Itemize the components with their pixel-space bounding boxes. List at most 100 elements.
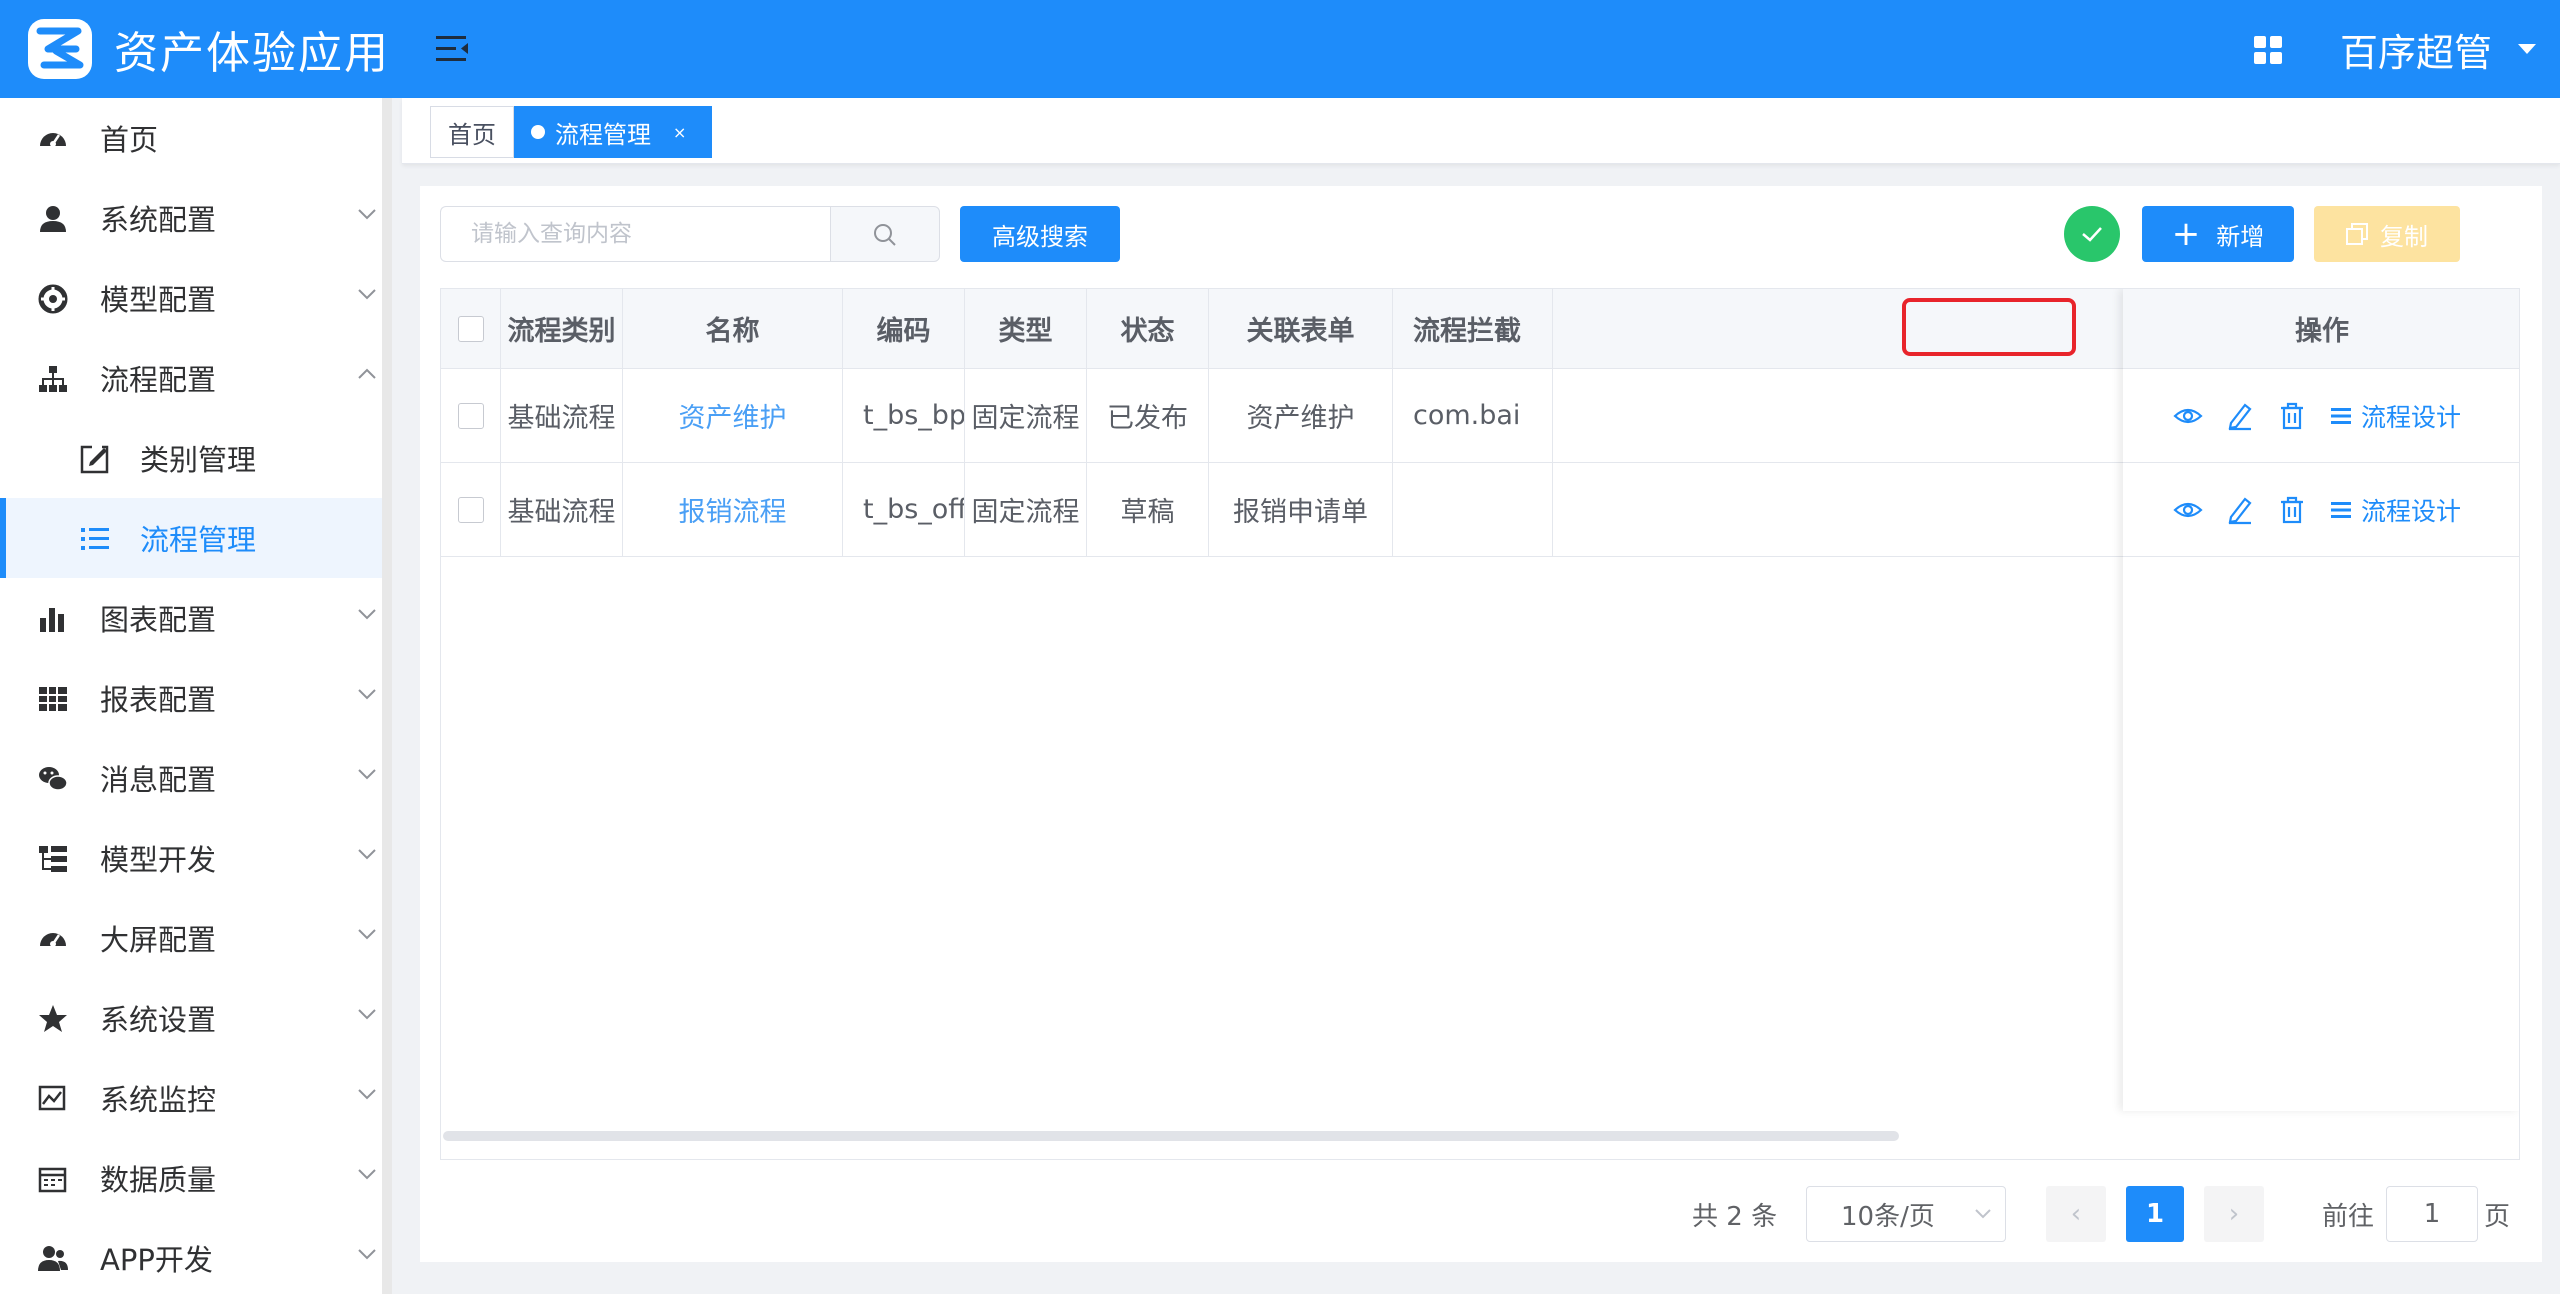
- close-icon[interactable]: ×: [673, 123, 686, 142]
- copy-icon: [2346, 223, 2368, 245]
- page-unit-label: 页: [2484, 1201, 2511, 1232]
- sidebar-item-model-config[interactable]: 模型配置: [0, 258, 382, 338]
- sidebar-item-category-management[interactable]: 类别管理: [0, 418, 382, 498]
- pagination-total: 共 2 条: [1692, 1201, 1778, 1232]
- select-all-cell: [441, 289, 501, 368]
- tags-view-bar: 首页 流程管理 ×: [402, 98, 2560, 164]
- wechat-icon: [39, 767, 68, 791]
- app-logo-icon: [28, 19, 92, 79]
- delete-trash-icon[interactable]: [2277, 401, 2307, 431]
- cell-category: 基础流程: [501, 463, 623, 556]
- cell-code: t_bs_offer...: [843, 463, 965, 556]
- view-eye-icon[interactable]: [2173, 401, 2203, 431]
- goto-label: 前往: [2322, 1201, 2375, 1232]
- sidebar: 首页 系统配置 模型配置 流程配置 类别管理 流程管理 图表配置 报表配置 消息…: [0, 98, 392, 1294]
- edit-pencil-icon[interactable]: [2225, 495, 2255, 525]
- process-design-link[interactable]: 流程设计: [2331, 397, 2461, 435]
- user-name: 百序超管: [2340, 30, 2493, 75]
- next-page-button[interactable]: ›: [2204, 1186, 2264, 1242]
- apps-grid-icon[interactable]: [2252, 34, 2284, 66]
- row-checkbox[interactable]: [457, 496, 484, 523]
- user-icon: [40, 206, 66, 232]
- page-size-select[interactable]: 10条/页: [1806, 1186, 2006, 1242]
- advanced-search-button[interactable]: 高级搜索: [960, 206, 1120, 262]
- cell-name-link[interactable]: 报销流程: [623, 463, 843, 556]
- header-interceptor[interactable]: 流程拦截: [1393, 289, 1553, 368]
- life-ring-icon: [38, 284, 68, 314]
- chevron-down-icon: [358, 1249, 376, 1260]
- sidebar-item-system-config[interactable]: 系统配置: [0, 178, 382, 258]
- cell-type: 固定流程: [965, 369, 1087, 462]
- edit-pencil-icon[interactable]: [2225, 401, 2255, 431]
- cell-name-link[interactable]: 资产维护: [623, 369, 843, 462]
- chevron-down-icon: [358, 1009, 376, 1020]
- list-icon: [81, 528, 109, 550]
- add-button[interactable]: + 新增: [2142, 206, 2294, 262]
- sidebar-item-report-config[interactable]: 报表配置: [0, 658, 382, 738]
- chevron-down-icon: [358, 1169, 376, 1180]
- sidebar-item-process-management[interactable]: 流程管理: [0, 498, 382, 578]
- header-form[interactable]: 关联表单: [1209, 289, 1393, 368]
- user-menu[interactable]: 百序超管: [2340, 22, 2537, 76]
- chevron-down-icon: [358, 609, 376, 620]
- sidebar-item-process-config[interactable]: 流程配置: [0, 338, 382, 418]
- select-all-checkbox[interactable]: [457, 315, 484, 342]
- process-design-link[interactable]: 流程设计: [2331, 491, 2461, 529]
- header-category[interactable]: 流程类别: [501, 289, 623, 368]
- header-code[interactable]: 编码: [843, 289, 965, 368]
- search-button[interactable]: [830, 206, 940, 262]
- chevron-down-icon: [358, 929, 376, 940]
- prev-page-button[interactable]: ‹: [2046, 1186, 2106, 1242]
- header-type[interactable]: 类型: [965, 289, 1087, 368]
- sidebar-item-system-settings[interactable]: 系统设置: [0, 978, 382, 1058]
- cell-interceptor: com.bai: [1393, 369, 1553, 462]
- calendar-icon: [38, 1167, 67, 1193]
- chevron-up-icon: [358, 368, 376, 379]
- chevron-down-icon: [358, 209, 376, 220]
- goto-page-input[interactable]: 1: [2386, 1186, 2478, 1242]
- page-1-button[interactable]: 1: [2126, 1186, 2184, 1242]
- row-select-cell: [441, 369, 501, 462]
- check-icon: [2082, 227, 2102, 242]
- chevron-down-icon: [358, 689, 376, 700]
- chevron-down-icon: [358, 1089, 376, 1100]
- header-status[interactable]: 状态: [1087, 289, 1209, 368]
- users-icon: [38, 1246, 68, 1271]
- sitemap-icon: [39, 366, 67, 392]
- sidebar-item-message-config[interactable]: 消息配置: [0, 738, 382, 818]
- header-name[interactable]: 名称: [623, 289, 843, 368]
- row-checkbox[interactable]: [457, 402, 484, 429]
- tab-home[interactable]: 首页: [430, 106, 514, 158]
- sidebar-item-big-screen-config[interactable]: 大屏配置: [0, 898, 382, 978]
- search-icon: [874, 224, 896, 246]
- tab-process-management[interactable]: 流程管理 ×: [514, 106, 712, 158]
- monitor-icon: [38, 1085, 66, 1111]
- tab-label: 流程管理: [555, 120, 651, 149]
- horizontal-scrollbar[interactable]: [443, 1131, 1899, 1141]
- delete-trash-icon[interactable]: [2277, 495, 2307, 525]
- sidebar-item-app-development[interactable]: APP开发: [0, 1218, 382, 1294]
- copy-button-label: 复制: [2380, 222, 2428, 251]
- row-operations: 流程设计: [2123, 369, 2519, 463]
- tree-list-icon: [39, 846, 67, 872]
- copy-button[interactable]: 复制: [2314, 206, 2460, 262]
- process-design-label: 流程设计: [2361, 403, 2462, 432]
- status-ok-button[interactable]: [2064, 206, 2120, 262]
- chevron-down-icon: [358, 769, 376, 780]
- view-eye-icon[interactable]: [2173, 495, 2203, 525]
- menu-fold-icon[interactable]: [436, 34, 470, 64]
- sidebar-item-data-quality[interactable]: 数据质量: [0, 1138, 382, 1218]
- cell-status: 已发布: [1087, 369, 1209, 462]
- page-size-value: 10条/页: [1841, 1201, 1935, 1232]
- plus-icon: +: [2171, 214, 2201, 254]
- dashboard-icon: [40, 933, 66, 947]
- search-input[interactable]: 请输入查询内容: [440, 206, 830, 262]
- sidebar-item-model-development[interactable]: 模型开发: [0, 818, 382, 898]
- sidebar-item-home[interactable]: 首页: [0, 98, 382, 178]
- sidebar-item-system-monitor[interactable]: 系统监控: [0, 1058, 382, 1138]
- cell-interceptor: [1393, 463, 1553, 556]
- cell-category: 基础流程: [501, 369, 623, 462]
- cell-type: 固定流程: [965, 463, 1087, 556]
- cell-status: 草稿: [1087, 463, 1209, 556]
- sidebar-item-chart-config[interactable]: 图表配置: [0, 578, 382, 658]
